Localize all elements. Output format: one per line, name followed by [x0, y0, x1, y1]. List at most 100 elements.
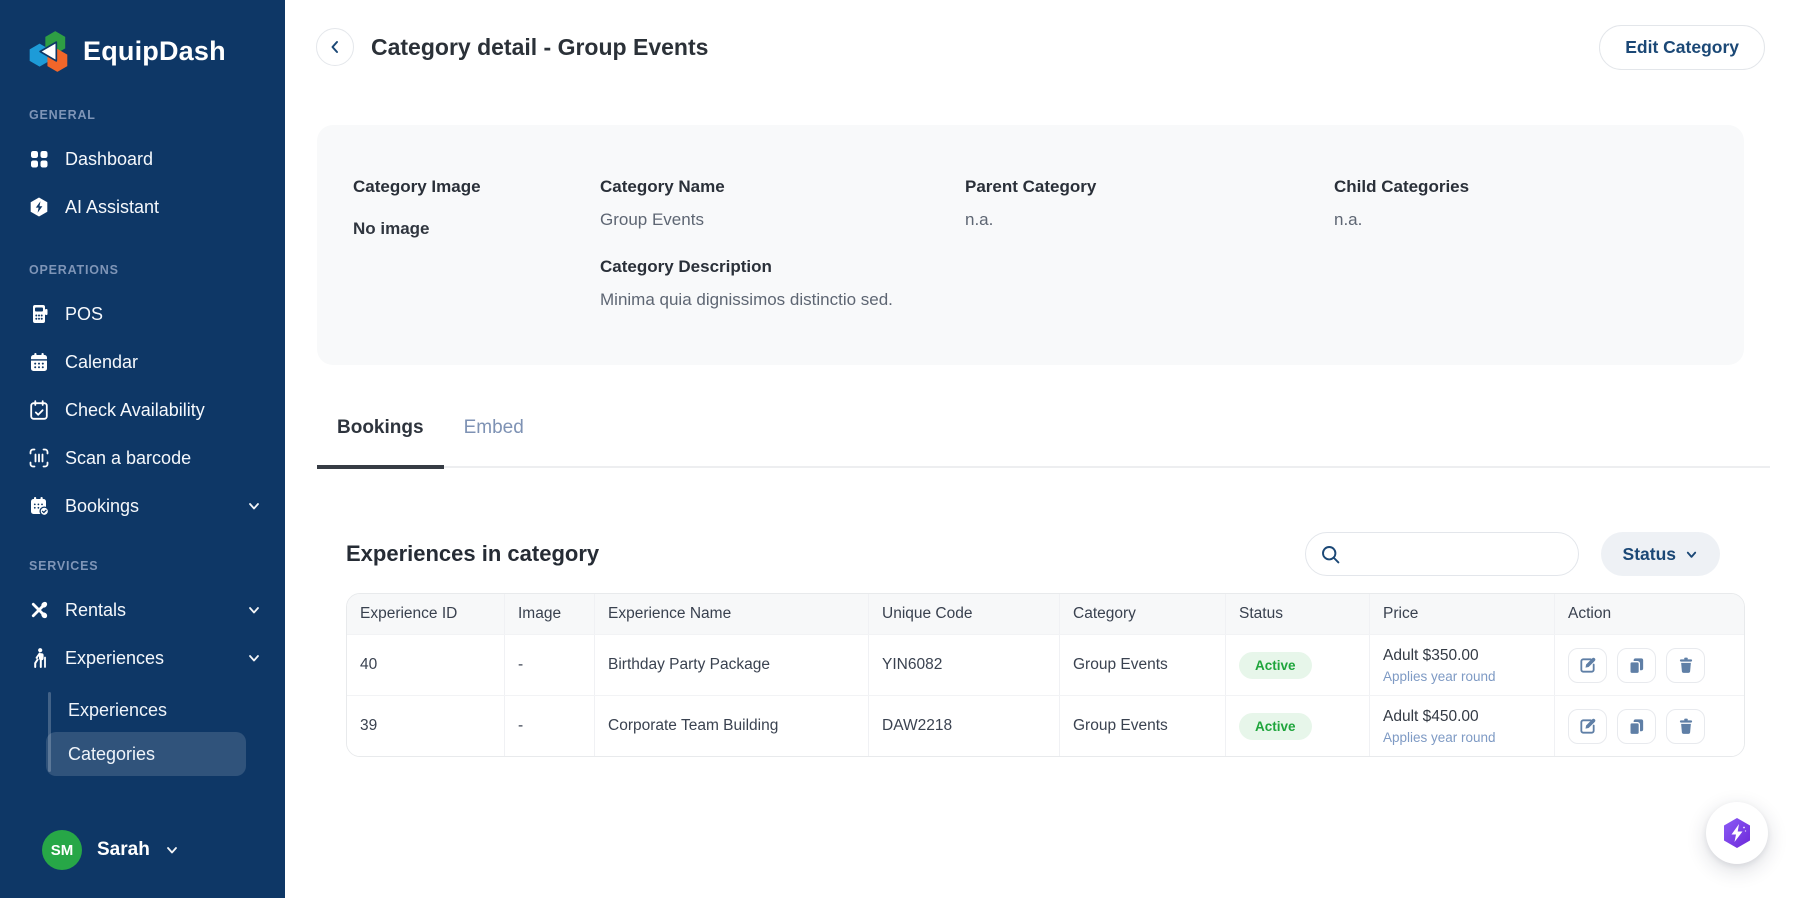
app-logo: EquipDash: [0, 0, 285, 74]
sidebar-item-label: Experiences: [65, 647, 165, 668]
cell-action: [1555, 696, 1744, 756]
experiences-submenu: Experiences Categories: [0, 688, 285, 776]
sidebar-subitem-experiences[interactable]: Experiences: [46, 688, 246, 732]
equipdash-logo-icon: [29, 31, 68, 72]
category-image-label: Category Image: [353, 177, 481, 196]
table-row: 39 - Corporate Team Building DAW2218 Gro…: [347, 695, 1744, 756]
price-note: Applies year round: [1383, 729, 1496, 745]
cell-category: Group Events: [1060, 696, 1226, 756]
app-name: EquipDash: [83, 35, 226, 66]
calendar-check-icon: [28, 399, 50, 421]
column-header-image: Image: [505, 594, 595, 634]
sidebar-item-label: Dashboard: [65, 148, 154, 169]
sidebar-item-label: Scan a barcode: [65, 447, 192, 468]
parent-category-field: Parent Category n.a.: [965, 177, 1334, 365]
sidebar-subitem-categories[interactable]: Categories: [46, 732, 246, 776]
sidebar-item-pos[interactable]: POS: [0, 290, 285, 338]
pos-terminal-icon: [28, 303, 50, 325]
cell-experience-id: 39: [347, 696, 505, 756]
parent-category-value: n.a.: [965, 210, 994, 229]
section-label-services: SERVICES: [29, 559, 99, 573]
search-input[interactable]: [1349, 545, 1564, 563]
child-categories-field: Child Categories n.a.: [1334, 177, 1744, 365]
rentals-paddles-icon: [28, 599, 50, 621]
price-value: Adult $450.00: [1383, 707, 1479, 725]
price-value: Adult $350.00: [1383, 646, 1479, 664]
cell-unique-code: DAW2218: [869, 696, 1060, 756]
cell-price: Adult $450.00 Applies year round: [1370, 696, 1555, 756]
tab-embed[interactable]: Embed: [444, 403, 544, 469]
user-menu[interactable]: SM Sarah: [0, 830, 285, 870]
calendar-icon: [28, 351, 50, 373]
cell-image: -: [505, 635, 595, 695]
back-chevron-icon: [331, 41, 338, 53]
cell-experience-id: 40: [347, 635, 505, 695]
sidebar-item-check-availability[interactable]: Check Availability: [0, 386, 285, 434]
column-header-unique-code: Unique Code: [869, 594, 1060, 634]
back-button[interactable]: [316, 28, 354, 66]
sidebar: EquipDash GENERAL Dashboard AI Assistant…: [0, 0, 285, 898]
page-header: Category detail - Group Events Edit Cate…: [285, 0, 1800, 94]
sidebar-item-label: Check Availability: [65, 399, 205, 420]
sidebar-item-scan-barcode[interactable]: Scan a barcode: [0, 434, 285, 482]
edit-button[interactable]: [1568, 708, 1607, 744]
sidebar-item-experiences[interactable]: Experiences: [0, 634, 285, 682]
column-header-action: Action: [1555, 594, 1744, 634]
page-title: Category detail - Group Events: [371, 33, 709, 60]
section-label-general: GENERAL: [29, 108, 96, 122]
edit-button[interactable]: [1568, 647, 1607, 683]
experiences-section: Experiences in category Status Experienc…: [346, 532, 1745, 757]
price-note: Applies year round: [1383, 668, 1496, 684]
delete-button[interactable]: [1666, 708, 1705, 744]
detail-tabs: Bookings Embed: [317, 403, 1770, 469]
search-icon: [1321, 545, 1339, 563]
status-badge: Active: [1239, 712, 1312, 740]
tab-bookings[interactable]: Bookings: [317, 403, 444, 469]
avatar: SM: [42, 830, 82, 870]
sidebar-item-calendar[interactable]: Calendar: [0, 338, 285, 386]
sidebar-item-label: Calendar: [65, 351, 139, 372]
trash-icon: [1679, 657, 1692, 673]
sidebar-item-label: POS: [65, 303, 104, 324]
ai-assistant-icon: [28, 196, 50, 218]
cell-unique-code: YIN6082: [869, 635, 1060, 695]
column-header-experience-id: Experience ID: [347, 594, 505, 634]
barcode-scan-icon: [28, 447, 50, 469]
cell-image: -: [505, 696, 595, 756]
copy-button[interactable]: [1617, 708, 1656, 744]
category-image-field: Category Image No image: [353, 177, 600, 365]
column-header-experience-name: Experience Name: [595, 594, 869, 634]
sidebar-item-label: Bookings: [65, 495, 140, 516]
copy-button[interactable]: [1617, 647, 1656, 683]
trash-icon: [1679, 718, 1692, 734]
sidebar-item-rentals[interactable]: Rentals: [0, 586, 285, 634]
sidebar-item-bookings[interactable]: Bookings: [0, 482, 285, 530]
edit-icon: [1580, 718, 1596, 734]
table-row: 40 - Birthday Party Package YIN6082 Grou…: [347, 634, 1744, 695]
cell-status: Active: [1226, 635, 1370, 695]
delete-button[interactable]: [1666, 647, 1705, 683]
status-filter-button[interactable]: Status: [1600, 532, 1720, 576]
cell-status: Active: [1226, 696, 1370, 756]
sidebar-item-dashboard[interactable]: Dashboard: [0, 135, 285, 183]
edit-category-button[interactable]: Edit Category: [1599, 24, 1765, 70]
edit-icon: [1580, 657, 1596, 673]
sidebar-item-ai-assistant[interactable]: AI Assistant: [0, 183, 285, 231]
sidebar-subitem-label: Experiences: [68, 699, 168, 720]
cell-experience-name: Birthday Party Package: [595, 635, 869, 695]
bookings-calendar-icon: [28, 495, 50, 517]
user-name: Sarah: [97, 839, 150, 860]
chevron-down-icon: [249, 655, 259, 662]
section-label-operations: OPERATIONS: [29, 263, 119, 277]
experiences-table: Experience ID Image Experience Name Uniq…: [346, 593, 1745, 757]
parent-category-label: Parent Category: [965, 177, 1097, 196]
ai-assistant-fab[interactable]: [1706, 802, 1768, 864]
section-title: Experiences in category: [346, 541, 600, 566]
category-description-value: Minima quia dignissimos distinctio sed.: [600, 290, 893, 309]
chevron-down-icon: [249, 607, 259, 614]
column-header-status: Status: [1226, 594, 1370, 634]
sidebar-item-label: Rentals: [65, 599, 127, 620]
table-header: Experience ID Image Experience Name Uniq…: [347, 594, 1744, 634]
experiences-hiker-icon: [28, 647, 50, 669]
sidebar-subitem-label: Categories: [68, 743, 156, 764]
